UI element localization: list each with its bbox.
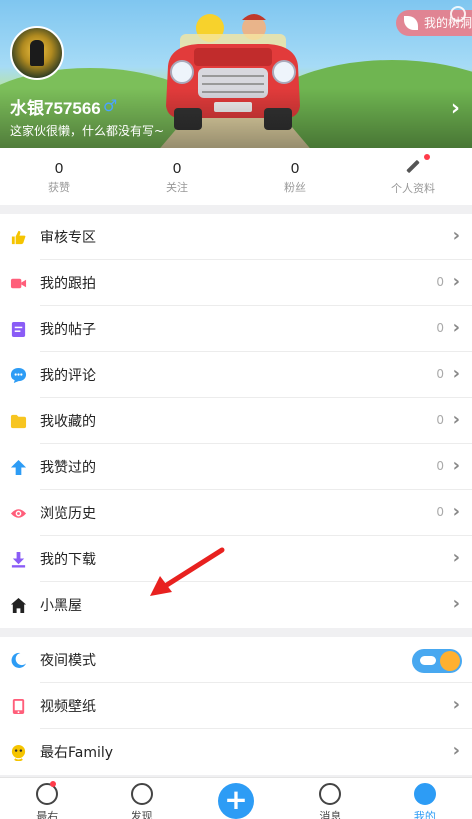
menu-item-label: 审核专区 (40, 230, 96, 246)
sun-icon (440, 651, 460, 671)
bottom-tab-bar: 最右 发现 + 消息 我的 (0, 777, 472, 819)
menu-item-posts[interactable]: 我的帖子 0 › (0, 306, 472, 352)
comment-icon (10, 367, 27, 384)
profile-page: 我的树洞 水银757566 ♂ 这家伙很懒，什么都没有写~ › 0 获赞 0 关… (0, 0, 472, 819)
chevron-right-icon: › (452, 740, 460, 761)
family-icon (11, 744, 26, 761)
chevron-right-icon: › (452, 409, 460, 430)
menu-list-main: 审核专区 › 我的跟拍 0 › 我的帖子 0 › 我的评论 0 › 我收藏的 0… (0, 214, 472, 628)
up-arrow-icon (10, 459, 27, 476)
tab-discover[interactable]: 发现 (94, 778, 188, 819)
pencil-icon (406, 160, 420, 174)
male-icon: ♂ (103, 96, 118, 115)
tab-label: 发现 (130, 810, 153, 819)
menu-item-label: 最右Family (40, 745, 114, 761)
menu-item-history[interactable]: 浏览历史 0 › (0, 490, 472, 536)
menu-item-label: 我的评论 (40, 368, 96, 384)
stat-profile[interactable]: 个人资料 (354, 148, 472, 205)
menu-item-favorites[interactable]: 我收藏的 0 › (0, 398, 472, 444)
menu-item-label: 浏览历史 (40, 506, 96, 522)
stat-followers[interactable]: 0 粉丝 (236, 148, 354, 205)
menu-item-count: 0 (436, 459, 444, 473)
download-icon (11, 551, 26, 568)
chevron-right-icon: › (452, 271, 460, 292)
notification-dot (424, 154, 430, 160)
menu-item-liked[interactable]: 我赞过的 0 › (0, 444, 472, 490)
menu-item-count: 0 (436, 505, 444, 519)
stat-label: 个人资料 (391, 182, 435, 195)
menu-item-label: 我的下载 (40, 552, 96, 568)
menu-item-follow-shoot[interactable]: 我的跟拍 0 › (0, 260, 472, 306)
menu-item-family[interactable]: 最右Family › (0, 729, 472, 775)
menu-item-review[interactable]: 审核专区 › (0, 214, 472, 260)
menu-item-label: 我的跟拍 (40, 276, 96, 292)
user-bio: 这家伙很懒，什么都没有写~ (10, 124, 165, 138)
avatar[interactable] (10, 26, 64, 80)
chevron-right-icon[interactable]: › (451, 96, 460, 121)
discover-icon (130, 783, 153, 805)
plus-icon[interactable]: + (218, 783, 255, 819)
menu-item-label: 视频壁纸 (40, 699, 96, 715)
night-mode-toggle[interactable] (412, 649, 462, 673)
tab-label: 我的 (413, 810, 436, 819)
menu-item-downloads[interactable]: 我的下载 › (0, 536, 472, 582)
menu-item-label: 我赞过的 (40, 460, 96, 476)
stat-value: 0 (54, 160, 64, 177)
profile-icon (413, 783, 436, 805)
menu-item-count: 0 (436, 413, 444, 427)
chevron-right-icon: › (452, 593, 460, 614)
stat-label: 粉丝 (284, 181, 306, 194)
document-icon (11, 321, 26, 338)
stats-row: 0 获赞 0 关注 0 粉丝 个人资料 (0, 148, 472, 205)
chevron-right-icon: › (452, 363, 460, 384)
stat-label: 获赞 (48, 181, 70, 194)
thumbs-up-icon (11, 230, 26, 245)
tab-zuiyou[interactable]: 最右 (0, 778, 94, 819)
menu-item-comments[interactable]: 我的评论 0 › (0, 352, 472, 398)
menu-item-count: 0 (436, 275, 444, 289)
video-camera-icon (10, 278, 27, 289)
tab-label: 消息 (319, 810, 342, 819)
chevron-right-icon: › (452, 455, 460, 476)
chevron-right-icon: › (452, 694, 460, 715)
settings-icon[interactable] (450, 6, 466, 22)
profile-banner[interactable]: 我的树洞 水银757566 ♂ 这家伙很懒，什么都没有写~ › (0, 0, 472, 148)
red-arrow-annotation (150, 547, 225, 596)
menu-item-video-wallpaper[interactable]: 视频壁纸 › (0, 683, 472, 729)
chevron-right-icon: › (452, 225, 460, 246)
tab-messages[interactable]: 消息 (283, 778, 377, 819)
phone-icon (12, 698, 25, 715)
menu-item-label: 我的帖子 (40, 322, 96, 338)
stat-label: 关注 (166, 181, 188, 194)
menu-item-night-mode[interactable]: 夜间模式 (0, 637, 472, 683)
menu-item-blacklist[interactable]: 小黑屋 › (0, 582, 472, 628)
tab-label: 最右 (36, 810, 59, 819)
folder-icon (10, 414, 27, 429)
eye-icon (10, 509, 27, 518)
leaf-icon (404, 16, 418, 30)
message-icon (319, 783, 342, 805)
menu-item-label: 夜间模式 (40, 653, 96, 669)
cloud-icon (420, 656, 436, 665)
chevron-right-icon: › (452, 317, 460, 338)
menu-item-count: 0 (436, 367, 444, 381)
house-icon (10, 597, 27, 614)
notification-dot (50, 781, 56, 787)
username: 水银757566 (10, 99, 101, 118)
chevron-right-icon: › (452, 547, 460, 568)
stat-likes[interactable]: 0 获赞 (0, 148, 118, 205)
stat-following[interactable]: 0 关注 (118, 148, 236, 205)
stat-value: 0 (290, 160, 300, 177)
tab-publish[interactable]: + (189, 778, 283, 819)
menu-item-count: 0 (436, 321, 444, 335)
tab-me[interactable]: 我的 (378, 778, 472, 819)
stat-value: 0 (172, 160, 182, 177)
menu-item-label: 我收藏的 (40, 414, 96, 430)
menu-item-label: 小黑屋 (40, 598, 82, 614)
moon-icon (11, 652, 27, 668)
chevron-right-icon: › (452, 501, 460, 522)
menu-list-settings: 夜间模式 视频壁纸 › 最右Family › (0, 637, 472, 775)
